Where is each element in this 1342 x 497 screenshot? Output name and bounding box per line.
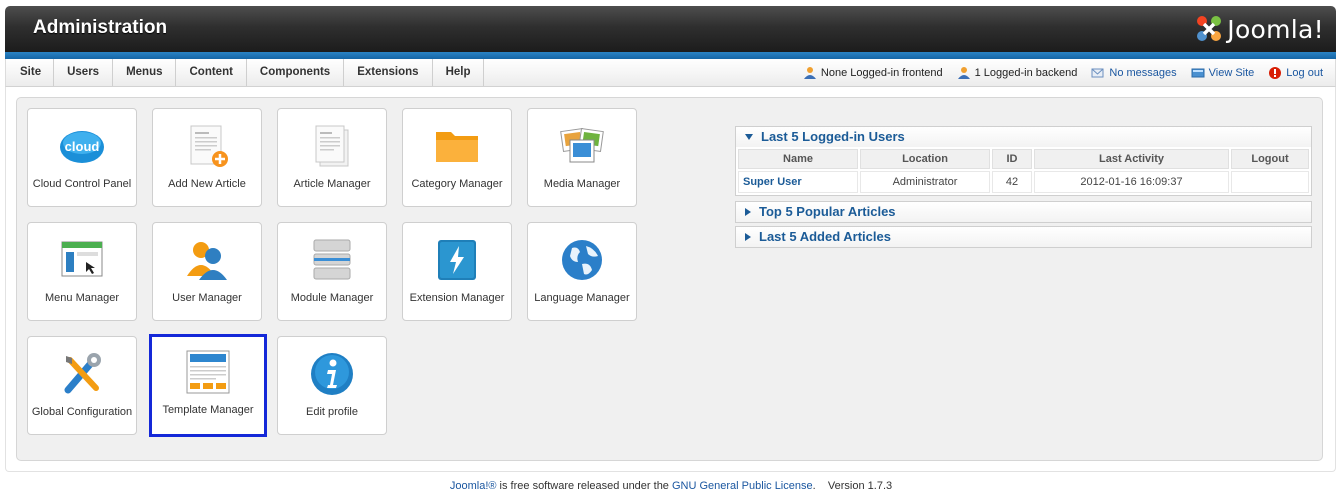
cloud-control-panel-button[interactable]: cloud Cloud Control Panel [27, 108, 137, 207]
menu-item-help[interactable]: Help [433, 59, 485, 86]
backend-users-status: 1 Logged-in backend [957, 66, 1077, 80]
menu-item-extensions[interactable]: Extensions [344, 59, 433, 86]
column-header-logout: Logout [1231, 149, 1309, 169]
menu-item-site[interactable]: Site [6, 59, 55, 86]
joomla-logo-icon [1197, 16, 1222, 41]
menu-manager-button[interactable]: Menu Manager [27, 222, 137, 321]
article-icon [315, 125, 349, 167]
menu-bar: Site Users Menus Content Components Exte… [5, 59, 1336, 87]
table-header-row: Name Location ID Last Activity Logout [738, 149, 1309, 169]
page-title: Administration [33, 17, 168, 38]
column-header-last-activity: Last Activity [1034, 149, 1229, 169]
user-manager-button[interactable]: User Manager [152, 222, 262, 321]
user-location: Administrator [860, 171, 990, 193]
global-configuration-button[interactable]: Global Configuration [27, 336, 137, 435]
caret-down-icon [745, 133, 753, 140]
footer: Joomla!® is free software released under… [449, 480, 893, 492]
popular-articles-toggle[interactable]: Top 5 Popular Articles [736, 202, 1311, 222]
users-icon [957, 66, 970, 79]
category-manager-button[interactable]: Category Manager [402, 108, 512, 207]
added-articles-panel: Last 5 Added Articles [735, 226, 1312, 248]
user-last-activity: 2012-01-16 16:09:37 [1034, 171, 1229, 193]
menu-icon [61, 241, 103, 277]
add-new-article-button[interactable]: Add New Article [152, 108, 262, 207]
caret-right-icon [745, 232, 751, 241]
menu-item-components[interactable]: Components [247, 59, 345, 86]
user-icon [187, 242, 227, 280]
tools-icon [64, 353, 101, 394]
media-manager-button[interactable]: Media Manager [527, 108, 637, 207]
header-accent-bar [5, 52, 1336, 59]
column-header-location: Location [860, 149, 990, 169]
user-name-link[interactable]: Super User [738, 171, 858, 193]
globe-icon [562, 240, 602, 280]
header-bar: Administration Joomla! [5, 6, 1336, 52]
user-id: 42 [992, 171, 1032, 193]
frontend-users-status: None Logged-in frontend [803, 66, 943, 80]
extension-manager-button[interactable]: Extension Manager [402, 222, 512, 321]
added-articles-toggle[interactable]: Last 5 Added Articles [736, 227, 1311, 247]
module-manager-button[interactable]: Module Manager [277, 222, 387, 321]
caret-right-icon [745, 207, 751, 216]
menu-item-content[interactable]: Content [176, 59, 247, 86]
svg-text:cloud: cloud [65, 139, 100, 154]
license-link[interactable]: GNU General Public License [672, 480, 813, 492]
version-text: Version 1.7.3 [827, 480, 893, 492]
extension-icon [438, 240, 476, 280]
brand-name: Joomla! [1227, 14, 1324, 44]
language-manager-button[interactable]: Language Manager [527, 222, 637, 321]
template-icon [186, 350, 230, 394]
monitor-icon [1191, 68, 1205, 77]
edit-profile-button[interactable]: Edit profile [277, 336, 387, 435]
media-icon [560, 128, 604, 163]
status-bar: None Logged-in frontend 1 Logged-in back… [789, 59, 1323, 86]
add-article-icon [190, 125, 228, 167]
menu-item-users[interactable]: Users [54, 59, 114, 86]
template-manager-button[interactable]: Template Manager [149, 334, 267, 437]
logged-in-users-panel: Last 5 Logged-in Users Name Location ID … [735, 126, 1312, 196]
info-icon [311, 353, 353, 395]
module-icon [313, 239, 351, 280]
column-header-name: Name [738, 149, 858, 169]
joomla-link[interactable]: Joomla!® [450, 480, 497, 492]
column-header-id: ID [992, 149, 1032, 169]
menu-item-menus[interactable]: Menus [113, 59, 177, 86]
table-row: Super User Administrator 42 2012-01-16 1… [738, 171, 1309, 193]
view-site-link[interactable]: View Site [1191, 66, 1254, 80]
folder-icon [436, 132, 478, 162]
users-icon [803, 66, 816, 79]
popular-articles-panel: Top 5 Popular Articles [735, 201, 1312, 223]
article-manager-button[interactable]: Article Manager [277, 108, 387, 207]
logout-icon [1269, 66, 1282, 79]
joomla-logo[interactable]: Joomla! [1194, 12, 1324, 46]
cloud-icon: cloud [60, 131, 104, 163]
user-logout [1231, 171, 1309, 193]
messages-icon [1091, 68, 1104, 77]
messages-link[interactable]: No messages [1091, 66, 1177, 80]
logged-in-users-table: Name Location ID Last Activity Logout Su… [736, 147, 1311, 195]
logged-in-users-toggle[interactable]: Last 5 Logged-in Users [736, 127, 1311, 147]
footer-text: is free software released under the [496, 480, 672, 492]
logout-link[interactable]: Log out [1268, 66, 1323, 80]
